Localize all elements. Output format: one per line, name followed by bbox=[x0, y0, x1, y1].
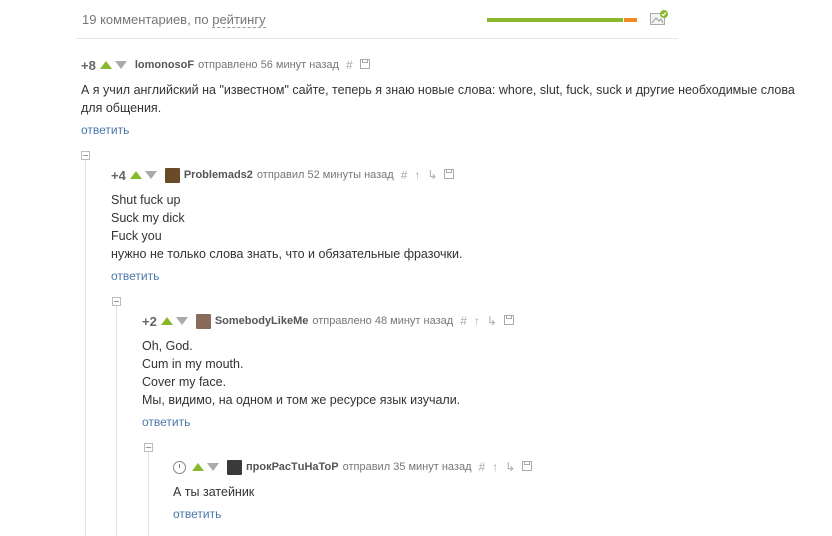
comment-line: А я учил английский на "известном" сайте… bbox=[81, 83, 795, 97]
branch-icon[interactable]: ↳ bbox=[505, 460, 515, 474]
comment-body: А я учил английский на "известном" сайте… bbox=[81, 81, 821, 117]
downvote-icon[interactable] bbox=[175, 317, 188, 325]
comment-line: А ты затейник bbox=[173, 485, 255, 499]
downvote-icon[interactable] bbox=[144, 171, 157, 179]
comment-action: отправлено bbox=[198, 59, 258, 71]
comment-line: нужно не только слова знать, что и обяза… bbox=[111, 247, 463, 261]
reply-link[interactable]: ответить bbox=[173, 507, 221, 521]
comment-action: отправил bbox=[342, 461, 391, 473]
comment-time: 48 минут назад bbox=[374, 315, 454, 327]
comment-line: Cover my face. bbox=[142, 375, 227, 389]
comment-line: Suck my dick bbox=[111, 211, 185, 225]
hash-icon[interactable]: # bbox=[460, 314, 467, 328]
upvote-icon[interactable] bbox=[160, 317, 173, 325]
arrow-up-icon[interactable]: ↑ bbox=[474, 314, 480, 328]
comment-time: 56 минут назад bbox=[260, 59, 339, 71]
collapse-icon[interactable] bbox=[144, 443, 153, 452]
reply-link[interactable]: ответить bbox=[81, 123, 129, 137]
save-icon[interactable] bbox=[359, 58, 370, 72]
comment-action: отправлено bbox=[312, 315, 372, 327]
avatar[interactable] bbox=[195, 313, 211, 329]
save-icon[interactable] bbox=[522, 460, 533, 474]
rating-bar-positive bbox=[487, 18, 623, 22]
comment-meta: прокРасТuНаТоР отправил 35 минут назад #… bbox=[173, 459, 533, 475]
comment-line: Cum in my mouth. bbox=[142, 357, 244, 371]
hash-icon[interactable]: # bbox=[346, 58, 353, 72]
comment-line: Shut fuck up bbox=[111, 193, 181, 207]
comment-meta: +8 lomonosoF отправлено 56 минут назад # bbox=[81, 57, 370, 73]
downvote-icon[interactable] bbox=[207, 463, 219, 471]
branch-icon[interactable]: ↳ bbox=[487, 314, 497, 328]
header-divider bbox=[76, 38, 678, 39]
clock-icon bbox=[173, 460, 186, 474]
comments-header: 19 комментариев, по рейтингу bbox=[82, 12, 266, 28]
comment-time: 52 минуты назад bbox=[307, 169, 394, 181]
reply-link[interactable]: ответить bbox=[142, 415, 190, 429]
comment-author[interactable]: lomonosoF bbox=[135, 59, 194, 71]
hash-icon[interactable]: # bbox=[479, 460, 486, 474]
branch-icon[interactable]: ↳ bbox=[427, 168, 437, 182]
images-toggle-icon[interactable] bbox=[650, 10, 668, 26]
comment-score: +2 bbox=[142, 313, 157, 329]
downvote-icon[interactable] bbox=[114, 61, 127, 69]
arrow-up-icon[interactable]: ↑ bbox=[492, 460, 498, 474]
reply-link[interactable]: ответить bbox=[111, 269, 159, 283]
collapse-icon[interactable] bbox=[81, 151, 90, 160]
collapse-icon[interactable] bbox=[112, 297, 121, 306]
comment-body: Shut fuck up Suck my dick Fuck you нужно… bbox=[111, 191, 811, 263]
thread-line bbox=[85, 160, 86, 536]
comment-author[interactable]: прокРасТuНаТоР bbox=[246, 461, 339, 473]
save-icon[interactable] bbox=[444, 168, 455, 182]
arrow-up-icon[interactable]: ↑ bbox=[414, 168, 420, 182]
comment-line: для общения. bbox=[81, 101, 162, 115]
comment-author[interactable]: Problemads2 bbox=[184, 169, 253, 181]
comment-score: +4 bbox=[111, 167, 126, 183]
avatar[interactable] bbox=[227, 459, 242, 475]
thread-line bbox=[116, 306, 117, 536]
save-icon[interactable] bbox=[503, 314, 514, 328]
rating-bar bbox=[487, 18, 637, 22]
hash-icon[interactable]: # bbox=[401, 168, 408, 182]
comment-line: Fuck you bbox=[111, 229, 162, 243]
comment-author[interactable]: SomebodyLikeMe bbox=[215, 315, 309, 327]
comment-action: отправил bbox=[256, 169, 305, 181]
upvote-icon[interactable] bbox=[99, 61, 112, 69]
upvote-icon[interactable] bbox=[129, 171, 142, 179]
comment-meta: +2 SomebodyLikeMe отправлено 48 минут на… bbox=[142, 313, 514, 329]
comment-meta: +4 Problemads2 отправил 52 минуты назад … bbox=[111, 167, 455, 183]
upvote-icon[interactable] bbox=[192, 463, 204, 471]
comment-body: Oh, God. Cum in my mouth. Cover my face.… bbox=[142, 337, 802, 409]
comment-score: +8 bbox=[81, 57, 96, 73]
comment-body: А ты затейник bbox=[173, 483, 773, 501]
avatar[interactable] bbox=[164, 167, 180, 183]
sort-by-rating-link[interactable]: рейтингу bbox=[212, 12, 266, 28]
comments-count: 19 комментариев, по bbox=[82, 12, 209, 27]
thread-line bbox=[148, 452, 149, 536]
comment-time: 35 минут назад bbox=[393, 461, 472, 473]
rating-bar-negative bbox=[624, 18, 637, 22]
comment-line: Oh, God. bbox=[142, 339, 193, 353]
comment-line: Мы, видимо, на одном и том же ресурсе яз… bbox=[142, 393, 461, 407]
